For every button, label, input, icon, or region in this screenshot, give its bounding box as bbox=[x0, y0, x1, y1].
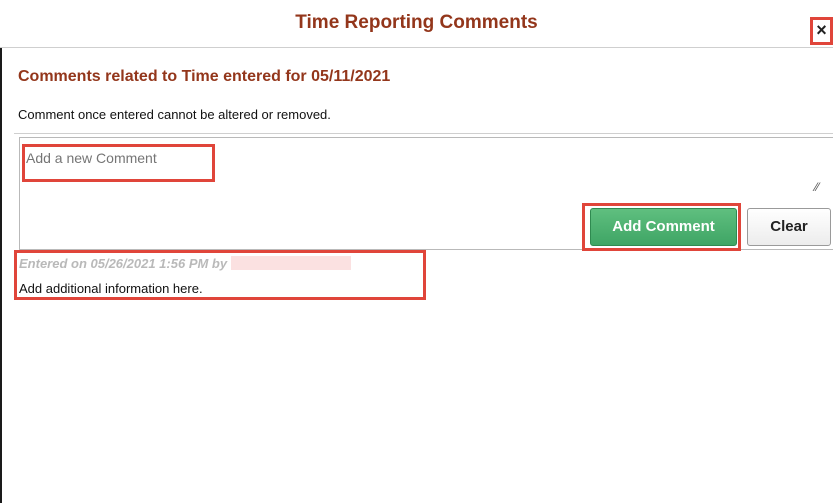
comment-entry-date: Entered on 05/26/2021 1:56 PM by bbox=[19, 256, 228, 271]
close-button[interactable]: × bbox=[810, 17, 833, 45]
new-comment-input[interactable] bbox=[22, 140, 832, 196]
dialog-titlebar: Time Reporting Comments bbox=[0, 0, 833, 48]
divider bbox=[14, 133, 833, 134]
resize-grip-icon[interactable]: ⁄⁄ bbox=[815, 180, 819, 194]
comment-entry-text: Add additional information here. bbox=[19, 281, 203, 296]
close-icon: × bbox=[816, 20, 827, 40]
redacted-author bbox=[231, 256, 352, 270]
add-comment-button[interactable]: Add Comment bbox=[590, 208, 737, 246]
clear-button[interactable]: Clear bbox=[747, 208, 831, 246]
comments-notice: Comment once entered cannot be altered o… bbox=[18, 107, 331, 122]
comment-entry-meta: Entered on 05/26/2021 1:56 PM by bbox=[19, 256, 352, 271]
comments-heading: Comments related to Time entered for 05/… bbox=[18, 68, 391, 85]
dialog-title: Time Reporting Comments bbox=[295, 12, 538, 33]
